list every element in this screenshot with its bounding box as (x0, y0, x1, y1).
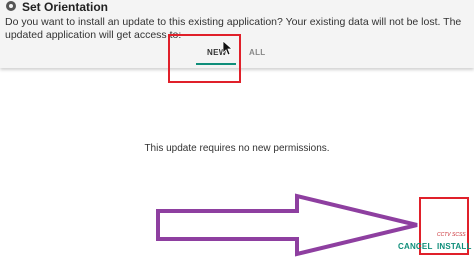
permissions-message: This update requires no new permissions. (144, 143, 330, 154)
cancel-button[interactable]: CANCEL (398, 242, 433, 251)
app-title: Set Orientation (22, 0, 109, 14)
watermark-text: CCTV SCSS (437, 232, 466, 238)
tab-all[interactable]: ALL (249, 48, 265, 57)
right-arrow-annotation-icon (156, 193, 418, 257)
install-button[interactable]: INSTALL (437, 242, 472, 251)
highlight-box-tabs (168, 34, 241, 83)
settings-gear-icon (6, 1, 16, 11)
